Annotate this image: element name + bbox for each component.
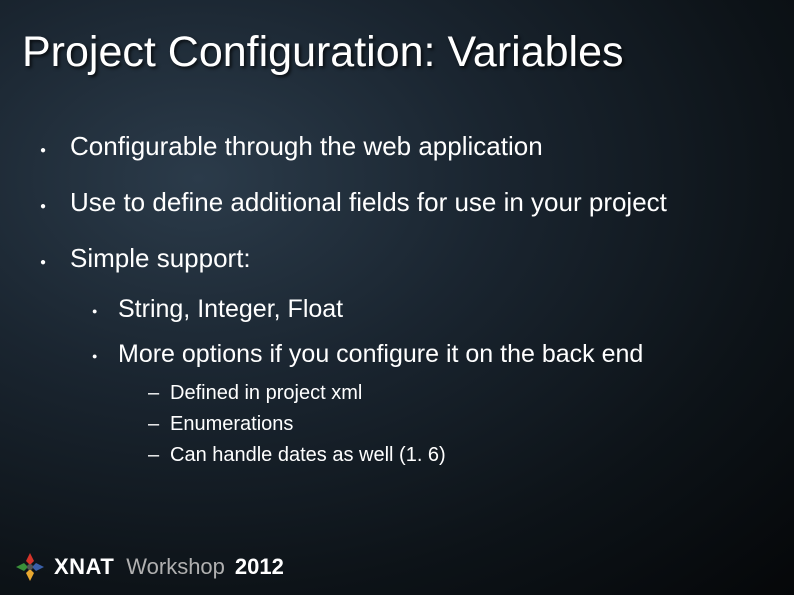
footer-workshop: Workshop [126, 554, 225, 580]
bullet-list-level3: Defined in project xml Enumerations Can … [118, 380, 764, 468]
logo-icon [14, 551, 46, 583]
footer-brand: XNAT [54, 554, 114, 580]
bullet-text: String, Integer, Float [118, 295, 343, 323]
bullet-list-level1: Configurable through the web application… [30, 130, 764, 468]
bullet-list-level2: String, Integer, Float More options if y… [70, 293, 764, 468]
bullet-item: Enumerations [118, 411, 764, 437]
bullet-text: Use to define additional fields for use … [70, 187, 667, 217]
bullet-item: String, Integer, Float [70, 293, 764, 326]
bullet-text: More options if you configure it on the … [118, 340, 643, 368]
bullet-item: Configurable through the web application [30, 130, 764, 164]
bullet-text: Simple support: [70, 243, 251, 273]
bullet-item: Can handle dates as well (1. 6) [118, 442, 764, 468]
bullet-item: More options if you configure it on the … [70, 338, 764, 469]
bullet-item: Use to define additional fields for use … [30, 186, 764, 220]
footer-year: 2012 [235, 554, 284, 580]
bullet-item: Defined in project xml [118, 380, 764, 406]
bullet-text: Can handle dates as well (1. 6) [170, 444, 446, 466]
bullet-item: Simple support: String, Integer, Float M… [30, 242, 764, 469]
bullet-text: Configurable through the web application [70, 131, 543, 161]
slide-title: Project Configuration: Variables [22, 28, 624, 77]
bullet-text: Enumerations [170, 413, 293, 435]
footer: XNAT Workshop 2012 [14, 551, 284, 583]
slide: Project Configuration: Variables Configu… [0, 0, 794, 595]
slide-content: Configurable through the web application… [30, 130, 764, 490]
bullet-text: Defined in project xml [170, 382, 362, 404]
